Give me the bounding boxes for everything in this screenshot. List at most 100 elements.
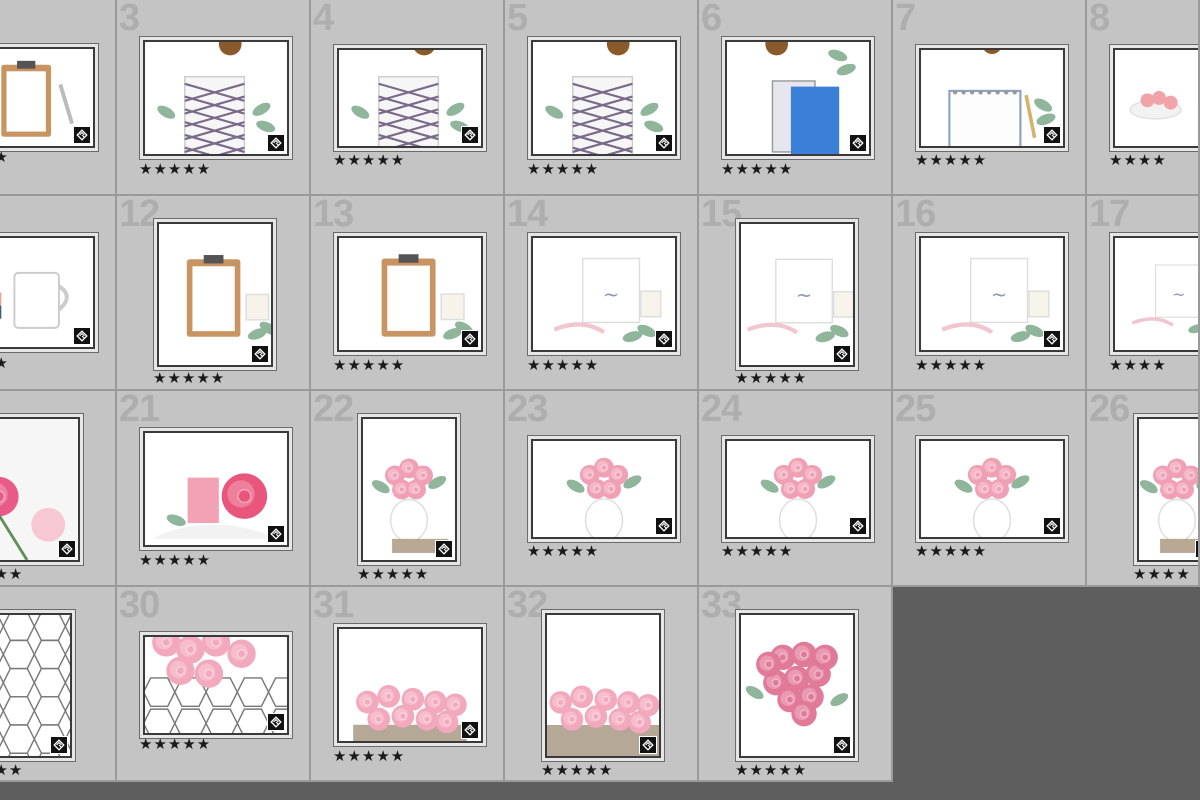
- photo-thumbnail[interactable]: [143, 431, 289, 547]
- star-rating[interactable]: ★★★★★: [541, 763, 613, 779]
- photo-thumbnail[interactable]: [1113, 48, 1198, 148]
- photo-thumbnail[interactable]: [143, 40, 289, 156]
- star-rating[interactable]: ★★★★★: [139, 162, 211, 178]
- photo-thumbnail[interactable]: ~: [919, 236, 1065, 352]
- develop-adjustments-icon[interactable]: [1043, 330, 1061, 348]
- grid-cell[interactable]: 5 ★★★★★: [505, 0, 699, 196]
- photo-thumbnail[interactable]: ~: [739, 222, 855, 367]
- grid-cell[interactable]: 25 ★★★★★: [893, 391, 1087, 587]
- develop-adjustments-icon[interactable]: [267, 713, 285, 731]
- photo-thumbnail[interactable]: ~: [531, 236, 677, 352]
- develop-adjustments-icon[interactable]: [849, 134, 867, 152]
- star-rating[interactable]: ★★★: [0, 763, 23, 779]
- develop-adjustments-icon[interactable]: [655, 134, 673, 152]
- grid-cell[interactable]: 30 ★★★★★: [117, 587, 311, 782]
- star-rating[interactable]: ★★★★★: [357, 567, 429, 583]
- photo-thumbnail[interactable]: [545, 613, 661, 758]
- develop-adjustments-icon[interactable]: [267, 134, 285, 152]
- grid-cell[interactable]: 33 ★★★★★: [699, 587, 893, 782]
- develop-adjustments-icon[interactable]: [73, 126, 91, 144]
- star-rating[interactable]: ★★★: [0, 567, 23, 583]
- grid-cell[interactable]: 3 ★★★★★: [117, 0, 311, 196]
- develop-adjustments-icon[interactable]: [849, 517, 867, 535]
- develop-adjustments-icon[interactable]: [58, 540, 76, 558]
- grid-cell[interactable]: 24 ★★★★★: [699, 391, 893, 587]
- star-rating[interactable]: ★★: [0, 356, 9, 372]
- develop-adjustments-icon[interactable]: [267, 525, 285, 543]
- star-rating[interactable]: ★★: [0, 150, 9, 166]
- photo-thumbnail[interactable]: ~: [1113, 236, 1198, 352]
- grid-cell[interactable]: 22 ★★★★★: [311, 391, 505, 587]
- grid-cell[interactable]: 4 ★★★★★: [311, 0, 505, 196]
- grid-cell[interactable]: 32 ★★★★★: [505, 587, 699, 782]
- photo-thumbnail[interactable]: [919, 48, 1065, 148]
- star-rating[interactable]: ★★★★★: [333, 358, 405, 374]
- star-rating[interactable]: ★★★★★: [153, 371, 225, 387]
- photo-thumbnail[interactable]: [337, 48, 483, 148]
- develop-adjustments-icon[interactable]: [833, 345, 851, 363]
- develop-adjustments-icon[interactable]: [50, 736, 68, 754]
- grid-cell[interactable]: 31 ★★★★★: [311, 587, 505, 782]
- star-rating[interactable]: ★★★★★: [721, 162, 793, 178]
- star-rating[interactable]: ★★★★★: [527, 358, 599, 374]
- grid-cell[interactable]: 15 ~ ★★★★★: [699, 196, 893, 391]
- star-rating[interactable]: ★★★★★: [527, 544, 599, 560]
- photo-thumbnail[interactable]: [725, 40, 871, 156]
- star-rating[interactable]: ★★★★★: [333, 749, 405, 765]
- photo-thumbnail[interactable]: [1137, 417, 1198, 562]
- grid-cell[interactable]: 14 ~ ★★★★★: [505, 196, 699, 391]
- grid-cell[interactable]: 13 ★★★★★: [311, 196, 505, 391]
- star-rating[interactable]: ★★★★: [1109, 153, 1167, 169]
- star-rating[interactable]: ★★★★★: [527, 162, 599, 178]
- develop-adjustments-icon[interactable]: [1195, 540, 1198, 558]
- develop-adjustments-icon[interactable]: [461, 330, 479, 348]
- develop-adjustments-icon[interactable]: [1043, 517, 1061, 535]
- star-rating[interactable]: ★★★★: [1109, 358, 1167, 374]
- develop-adjustments-icon[interactable]: [655, 330, 673, 348]
- star-rating[interactable]: ★★★★: [1133, 567, 1191, 583]
- grid-cell[interactable]: ★★: [0, 196, 117, 391]
- star-rating[interactable]: ★★★★★: [915, 358, 987, 374]
- grid-cell[interactable]: 21 ★★★★★: [117, 391, 311, 587]
- photo-thumbnail[interactable]: [361, 417, 457, 562]
- develop-adjustments-icon[interactable]: [435, 540, 453, 558]
- grid-cell[interactable]: ★★★: [0, 391, 117, 587]
- develop-adjustments-icon[interactable]: [1043, 126, 1061, 144]
- star-rating[interactable]: ★★★★★: [333, 153, 405, 169]
- photo-thumbnail[interactable]: [0, 613, 72, 758]
- star-rating[interactable]: ★★★★★: [139, 737, 211, 753]
- grid-cell[interactable]: ★★★: [0, 587, 117, 782]
- grid-cell[interactable]: ★★: [0, 0, 117, 196]
- develop-adjustments-icon[interactable]: [639, 736, 657, 754]
- develop-adjustments-icon[interactable]: [73, 327, 91, 345]
- grid-cell[interactable]: 6 ★★★★★: [699, 0, 893, 196]
- star-rating[interactable]: ★★★★★: [721, 544, 793, 560]
- star-rating[interactable]: ★★★★★: [139, 553, 211, 569]
- photo-thumbnail[interactable]: [725, 439, 871, 539]
- photo-thumbnail[interactable]: [0, 47, 95, 148]
- grid-cell[interactable]: 17 ~ ★★★★: [1087, 196, 1200, 391]
- photo-thumbnail[interactable]: [739, 613, 855, 758]
- star-rating[interactable]: ★★★★★: [735, 763, 807, 779]
- star-rating[interactable]: ★★★★★: [915, 153, 987, 169]
- grid-cell[interactable]: 12 ★★★★★: [117, 196, 311, 391]
- photo-thumbnail[interactable]: [157, 222, 273, 367]
- photo-thumbnail[interactable]: [0, 236, 95, 349]
- develop-adjustments-icon[interactable]: [251, 345, 269, 363]
- develop-adjustments-icon[interactable]: [655, 517, 673, 535]
- star-rating[interactable]: ★★★★★: [735, 371, 807, 387]
- photo-thumbnail[interactable]: [919, 439, 1065, 539]
- develop-adjustments-icon[interactable]: [461, 126, 479, 144]
- grid-cell[interactable]: 16 ~ ★★★★★: [893, 196, 1087, 391]
- grid-cell[interactable]: 8 ★★★★: [1087, 0, 1200, 196]
- grid-cell[interactable]: 26 ★★★★: [1087, 391, 1200, 587]
- star-rating[interactable]: ★★★★★: [915, 544, 987, 560]
- grid-cell[interactable]: 7 ★★★★★: [893, 0, 1087, 196]
- photo-thumbnail[interactable]: [531, 40, 677, 156]
- develop-adjustments-icon[interactable]: [833, 736, 851, 754]
- grid-cell[interactable]: 23 ★★★★★: [505, 391, 699, 587]
- photo-thumbnail[interactable]: [531, 439, 677, 539]
- develop-adjustments-icon[interactable]: [461, 721, 479, 739]
- photo-thumbnail[interactable]: [337, 236, 483, 352]
- photo-thumbnail[interactable]: [0, 417, 80, 562]
